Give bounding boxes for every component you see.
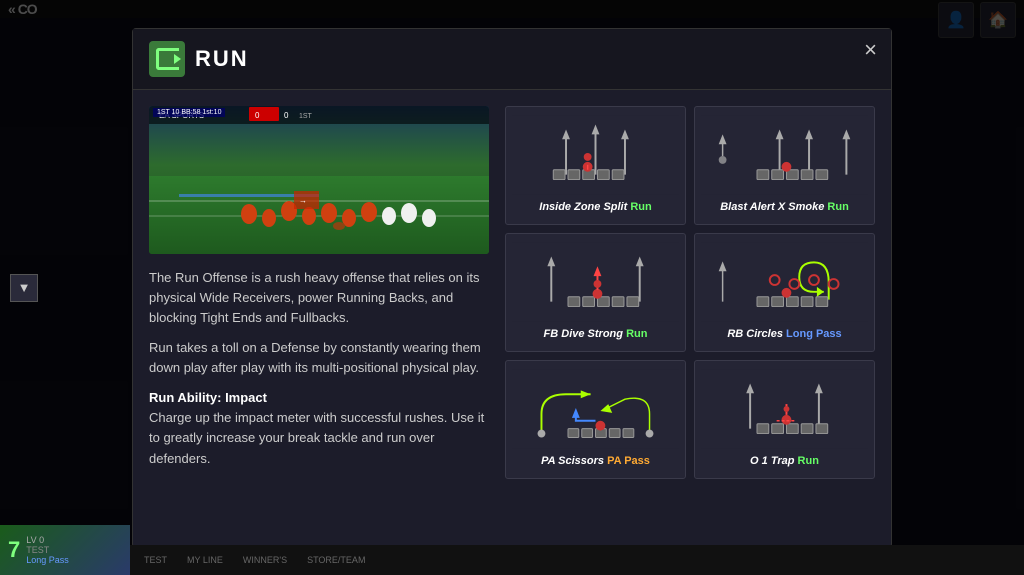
- filter-button[interactable]: ▼: [10, 274, 38, 302]
- player-level: LV 0: [26, 535, 69, 545]
- play-name-1: Inside Zone Split: [539, 201, 627, 213]
- play-type-5: PA Pass: [607, 455, 650, 467]
- play-name-2: Blast Alert X Smoke: [720, 201, 824, 213]
- description-para2: Run takes a toll on a Defense by constan…: [149, 338, 489, 378]
- play-name-4: RB Circles: [727, 328, 783, 340]
- game-screenshot: 1ST 10 BB:58 1st:10: [149, 106, 489, 254]
- play-label-5: PA Scissors PA Pass: [541, 455, 650, 467]
- tab-myline[interactable]: MY LINE: [187, 555, 223, 565]
- tab-winners[interactable]: WINNER'S: [243, 555, 287, 565]
- play-diagram-1: [512, 115, 679, 195]
- player-card: 7 LV 0 TEST Long Pass: [0, 525, 130, 575]
- play-label-4: RB Circles Long Pass: [727, 328, 841, 340]
- play-type-6: Run: [798, 455, 819, 467]
- play-card-o1-trap[interactable]: O 1 Trap Run: [694, 360, 875, 479]
- run-icon: [149, 41, 185, 77]
- play-card-pa-scissors[interactable]: PA Scissors PA Pass: [505, 360, 686, 479]
- play-name-6: O 1 Trap: [750, 455, 794, 467]
- plays-grid: Inside Zone Split Run: [505, 106, 875, 479]
- play-type-1: Run: [630, 201, 651, 213]
- description-para3: Run Ability: Impact Charge up the impact…: [149, 388, 489, 469]
- play-type-4: Long Pass: [786, 328, 842, 340]
- play-type-3: Run: [626, 328, 647, 340]
- modal-left: 1ST 10 BB:58 1st:10: [149, 106, 489, 479]
- play-label-2: Blast Alert X Smoke Run: [720, 201, 849, 213]
- sidebar-filter: ▼: [10, 274, 38, 302]
- play-card-blast-alert[interactable]: Blast Alert X Smoke Run: [694, 106, 875, 225]
- bottom-tab-bar: TEST MY LINE WINNER'S STORE/TEAM: [130, 545, 1024, 575]
- play-label-6: O 1 Trap Run: [750, 455, 819, 467]
- play-diagram-4: [701, 242, 868, 322]
- player-card-type: TEST: [26, 545, 69, 555]
- modal-body: 1ST 10 BB:58 1st:10: [133, 90, 891, 495]
- description-para1: The Run Offense is a rush heavy offense …: [149, 268, 489, 328]
- play-name-5: PA Scissors: [541, 455, 604, 467]
- close-button[interactable]: ×: [864, 39, 877, 61]
- modal-title: RUN: [195, 46, 249, 72]
- svg-text:1ST: 1ST: [299, 113, 313, 120]
- run-modal: RUN × 1ST 10 BB:58 1st:10: [132, 28, 892, 548]
- player-info: LV 0 TEST Long Pass: [26, 535, 69, 565]
- play-card-fb-dive[interactable]: FB Dive Strong Run: [505, 233, 686, 352]
- modal-backdrop: RUN × 1ST 10 BB:58 1st:10: [0, 0, 1024, 575]
- tab-test[interactable]: TEST: [144, 555, 167, 565]
- play-diagram-5: [512, 369, 679, 449]
- play-diagram-3: [512, 242, 679, 322]
- svg-text:→: →: [299, 196, 307, 205]
- svg-text:0: 0: [284, 111, 289, 120]
- play-name-3: FB Dive Strong: [544, 328, 623, 340]
- svg-text:0: 0: [255, 111, 260, 120]
- modal-header: RUN ×: [133, 29, 891, 90]
- score-banner: 1ST 10 BB:58 1st:10: [153, 108, 225, 117]
- field-svg: → EA SPORTS 0 0 1ST 10: [149, 106, 489, 254]
- play-card-rb-circles[interactable]: RB Circles Long Pass: [694, 233, 875, 352]
- ability-description: Charge up the impact meter with successf…: [149, 410, 484, 465]
- ability-label: Run Ability: Impact: [149, 390, 267, 405]
- play-label-1: Inside Zone Split Run: [539, 201, 651, 213]
- player-play-label: Long Pass: [26, 555, 69, 565]
- screenshot-bg: 1ST 10 BB:58 1st:10: [149, 106, 489, 254]
- play-diagram-2: [701, 115, 868, 195]
- tab-storeteam[interactable]: STORE/TEAM: [307, 555, 365, 565]
- play-card-inside-zone-split[interactable]: Inside Zone Split Run: [505, 106, 686, 225]
- modal-description: The Run Offense is a rush heavy offense …: [149, 268, 489, 469]
- play-type-2: Run: [827, 201, 848, 213]
- play-label-3: FB Dive Strong Run: [544, 328, 648, 340]
- player-number: 7: [8, 537, 20, 563]
- play-diagram-6: [701, 369, 868, 449]
- run-arrow-icon: [174, 54, 181, 64]
